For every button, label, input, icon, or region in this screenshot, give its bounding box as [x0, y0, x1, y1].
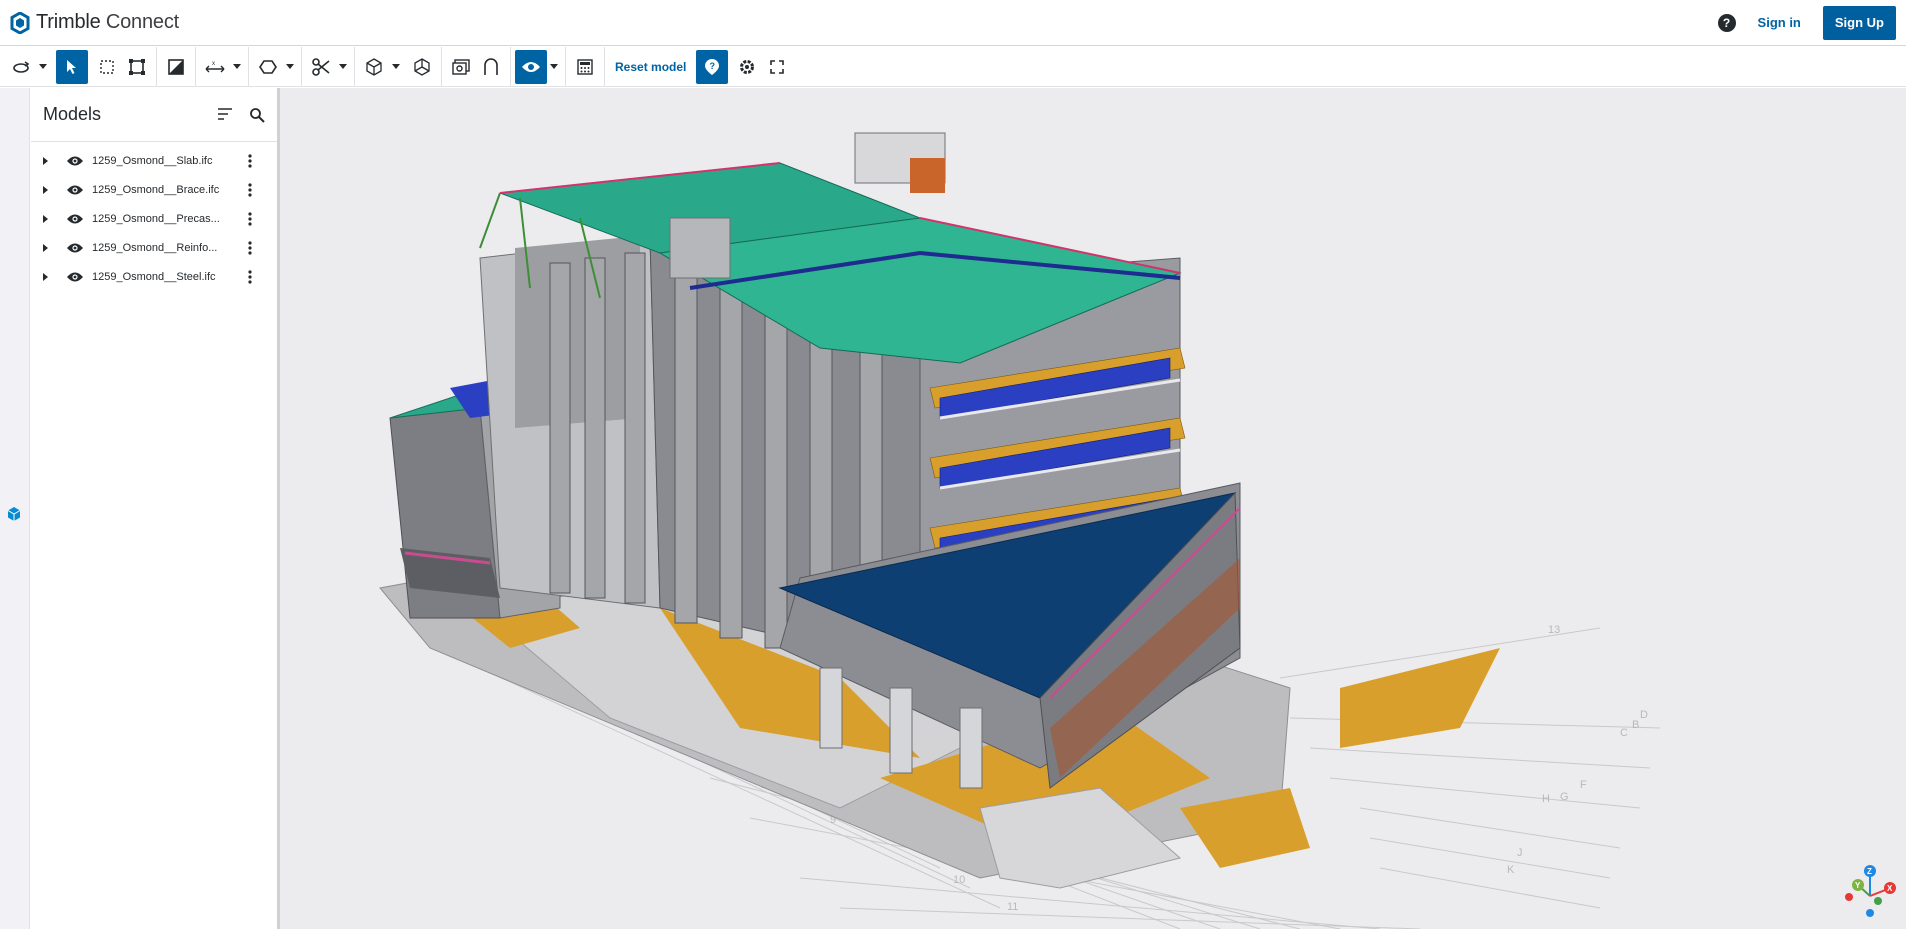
- screenshot-icon[interactable]: [446, 50, 476, 84]
- measure-icon[interactable]: x: [200, 50, 230, 84]
- help-icon[interactable]: ?: [1717, 13, 1736, 32]
- eye-icon[interactable]: [66, 271, 84, 283]
- box-select-icon[interactable]: [92, 50, 122, 84]
- x-axis-label: X: [1887, 884, 1893, 893]
- models-cube-icon[interactable]: [6, 506, 22, 527]
- model-row[interactable]: 1259_Osmond__Reinfo...: [31, 233, 277, 262]
- model-row[interactable]: 1259_Osmond__Steel.ifc: [31, 262, 277, 291]
- sign-in-link[interactable]: Sign in: [1758, 15, 1801, 30]
- search-icon[interactable]: [249, 107, 265, 123]
- model-name: 1259_Osmond__Brace.ifc: [92, 183, 220, 196]
- expand-arrow-icon[interactable]: [43, 272, 48, 281]
- grid-label: 13: [1548, 624, 1560, 636]
- more-options-icon[interactable]: [248, 240, 252, 255]
- app-title: Trimble Connect: [36, 11, 179, 34]
- reset-model-button[interactable]: Reset model: [609, 60, 692, 74]
- more-options-icon[interactable]: [248, 269, 252, 284]
- info-icon[interactable]: ?: [696, 49, 729, 84]
- expand-arrow-icon[interactable]: [43, 156, 48, 165]
- expand-arrow-icon[interactable]: [43, 214, 48, 223]
- panel-title: Models: [43, 104, 102, 124]
- visibility-icon[interactable]: [515, 49, 547, 84]
- settings-icon[interactable]: [732, 50, 762, 84]
- fullscreen-icon[interactable]: [762, 50, 792, 84]
- sign-up-button[interactable]: Sign Up: [1822, 5, 1896, 40]
- grid-label: H: [1542, 793, 1550, 805]
- app-header: Trimble Connect ? Sign in Sign Up: [0, 0, 1906, 46]
- grid-label: K: [1507, 864, 1515, 876]
- viewer-toolbar: x Reset model ?: [0, 46, 1906, 87]
- select-icon[interactable]: [56, 49, 88, 84]
- view-cube-icon[interactable]: [359, 50, 389, 84]
- svg-text:?: ?: [710, 61, 716, 71]
- svg-text:x: x: [212, 61, 215, 67]
- brand-name: Trimble: [36, 11, 101, 33]
- eye-icon[interactable]: [66, 184, 84, 196]
- ortho-icon[interactable]: [407, 50, 437, 84]
- model-name: 1259_Osmond__Steel.ifc: [92, 270, 216, 283]
- expand-arrow-icon[interactable]: [43, 185, 48, 194]
- axis-gizmo[interactable]: Z Y X: [1840, 861, 1900, 921]
- clip-dropdown-icon[interactable]: [336, 50, 350, 84]
- eye-icon[interactable]: [66, 155, 84, 167]
- ghost-icon[interactable]: [476, 50, 506, 84]
- model-name: 1259_Osmond__Precas...: [92, 212, 220, 225]
- orbit-dropdown-icon[interactable]: [36, 50, 50, 84]
- sort-icon[interactable]: [217, 107, 233, 121]
- markup-icon[interactable]: [253, 50, 283, 84]
- visibility-dropdown-icon[interactable]: [547, 50, 561, 84]
- grid-label: J: [1517, 847, 1523, 859]
- grid-label: D: [1640, 709, 1648, 721]
- left-rail: [0, 88, 30, 929]
- more-options-icon[interactable]: [248, 182, 252, 197]
- section-plane-icon[interactable]: [161, 50, 191, 84]
- grid-label: 10: [953, 874, 965, 886]
- expand-arrow-icon[interactable]: [43, 243, 48, 252]
- calculator-icon[interactable]: [570, 50, 600, 84]
- fit-icon[interactable]: [122, 50, 152, 84]
- grid-label: C: [1620, 727, 1628, 739]
- model-name: 1259_Osmond__Reinfo...: [92, 241, 218, 254]
- view-cube-dropdown-icon[interactable]: [389, 50, 403, 84]
- trimble-logo-icon: [10, 11, 30, 34]
- more-options-icon[interactable]: [248, 211, 252, 226]
- models-panel: Models 1259_Osmond__Slab.ifc 1259_Osmond…: [31, 88, 280, 929]
- model-row[interactable]: 1259_Osmond__Brace.ifc: [31, 175, 277, 204]
- eye-icon[interactable]: [66, 242, 84, 254]
- model-name: 1259_Osmond__Slab.ifc: [92, 154, 213, 167]
- z-axis-label: Z: [1867, 867, 1872, 876]
- trimble-logo[interactable]: Trimble Connect: [10, 11, 179, 34]
- model-row[interactable]: 1259_Osmond__Precas...: [31, 204, 277, 233]
- model-row[interactable]: 1259_Osmond__Slab.ifc: [31, 146, 277, 175]
- grid-label: F: [1580, 779, 1587, 791]
- clip-icon[interactable]: [306, 50, 336, 84]
- building-model[interactable]: 1 2 3 4 5 6 7 8 9 10 11 13 K J H G F D C…: [280, 88, 1906, 929]
- y-axis-label: Y: [1855, 881, 1861, 890]
- orbit-icon[interactable]: [6, 50, 36, 84]
- 3d-viewport[interactable]: 1 2 3 4 5 6 7 8 9 10 11 13 K J H G F D C…: [280, 88, 1906, 929]
- grid-label: B: [1632, 719, 1639, 731]
- eye-icon[interactable]: [66, 213, 84, 225]
- grid-label: G: [1560, 791, 1569, 803]
- measure-dropdown-icon[interactable]: [230, 50, 244, 84]
- grid-label: 11: [1007, 901, 1018, 913]
- markup-dropdown-icon[interactable]: [283, 50, 297, 84]
- product-name: Connect: [100, 11, 179, 33]
- more-options-icon[interactable]: [248, 153, 252, 168]
